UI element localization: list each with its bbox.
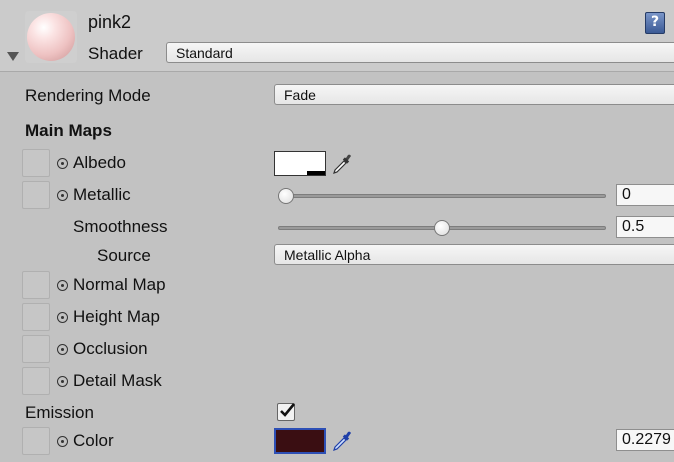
shader-dropdown[interactable]: Standard (166, 42, 674, 63)
smoothness-label: Smoothness (73, 217, 168, 236)
emission-eyedropper-icon[interactable] (331, 429, 353, 451)
metallic-value-field[interactable]: 0 (616, 184, 674, 206)
metallic-label: Metallic (73, 185, 131, 204)
material-preview-sphere (27, 13, 75, 61)
detail-mask-object-picker-icon[interactable] (57, 376, 68, 387)
smoothness-value-field[interactable]: 0.5 (616, 216, 674, 238)
foldout-arrow-icon[interactable] (7, 52, 19, 61)
occlusion-object-picker-icon[interactable] (57, 344, 68, 355)
shader-label: Shader (88, 44, 143, 63)
metallic-slider-track[interactable] (278, 194, 606, 198)
height-map-object-picker-icon[interactable] (57, 312, 68, 323)
albedo-texture-slot[interactable] (22, 149, 50, 177)
rendering-mode-label: Rendering Mode (25, 86, 151, 105)
metallic-slider-thumb[interactable] (278, 188, 294, 204)
height-map-texture-slot[interactable] (22, 303, 50, 331)
emission-checkbox[interactable] (277, 403, 296, 421)
normal-map-texture-slot[interactable] (22, 271, 50, 299)
normal-map-object-picker-icon[interactable] (57, 280, 68, 291)
height-map-label: Height Map (73, 307, 160, 326)
rendering-mode-dropdown[interactable]: Fade (274, 84, 674, 105)
albedo-color-swatch[interactable] (274, 151, 326, 176)
albedo-alpha-bar (307, 171, 325, 175)
emission-color-swatch[interactable] (274, 428, 326, 454)
albedo-label: Albedo (73, 153, 126, 172)
main-maps-heading: Main Maps (25, 121, 112, 140)
metallic-texture-slot[interactable] (22, 181, 50, 209)
albedo-object-picker-icon[interactable] (57, 158, 68, 169)
normal-map-label: Normal Map (73, 275, 166, 294)
emission-label: Emission (25, 403, 94, 422)
material-preview[interactable] (25, 11, 77, 63)
help-book-icon[interactable] (645, 12, 665, 34)
detail-mask-label: Detail Mask (73, 371, 162, 390)
occlusion-label: Occlusion (73, 339, 148, 358)
material-name: pink2 (88, 12, 132, 32)
emission-color-object-picker-icon[interactable] (57, 436, 68, 447)
checkmark-icon (280, 403, 296, 417)
occlusion-texture-slot[interactable] (22, 335, 50, 363)
emission-color-texture-slot[interactable] (22, 427, 50, 455)
metallic-object-picker-icon[interactable] (57, 190, 68, 201)
smoothness-slider-thumb[interactable] (434, 220, 450, 236)
material-header: pink2 Shader Standard (0, 0, 674, 72)
source-label: Source (97, 246, 151, 265)
albedo-eyedropper-icon[interactable] (331, 152, 353, 174)
detail-mask-texture-slot[interactable] (22, 367, 50, 395)
emission-color-label: Color (73, 431, 114, 450)
emission-intensity-field[interactable]: 0.2279 (616, 429, 674, 451)
source-dropdown[interactable]: Metallic Alpha (274, 244, 674, 265)
